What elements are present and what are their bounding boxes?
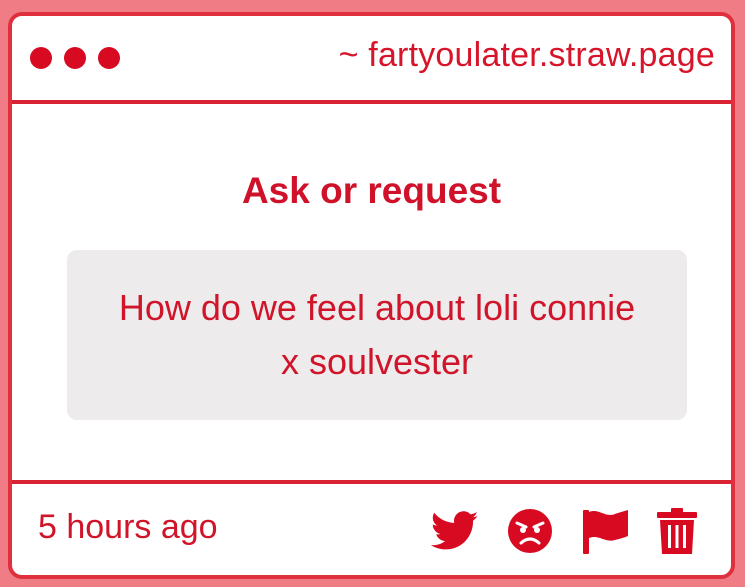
window-dot [98,47,120,69]
card-content: Ask or request How do we feel about loli… [12,104,731,480]
card-footer: 5 hours ago [12,480,731,575]
flag-icon[interactable] [581,508,629,554]
window-dot [30,47,52,69]
trash-icon[interactable] [657,508,697,554]
window-titlebar: ~ fartyoulater.straw.page [12,16,731,104]
twitter-icon[interactable] [431,511,479,551]
timestamp: 5 hours ago [38,508,218,546]
angry-face-icon[interactable] [507,508,553,554]
window-dot [64,47,86,69]
window-controls [30,47,120,69]
page-title: Ask or request [241,170,502,211]
message-text: How do we feel about loli connie x soulv… [118,287,636,382]
question-card: ~ fartyoulater.straw.page Ask or request… [8,12,735,579]
action-bar [431,508,697,554]
site-url[interactable]: ~ fartyoulater.straw.page [339,36,715,75]
message-box: How do we feel about loli connie x soulv… [67,250,687,420]
